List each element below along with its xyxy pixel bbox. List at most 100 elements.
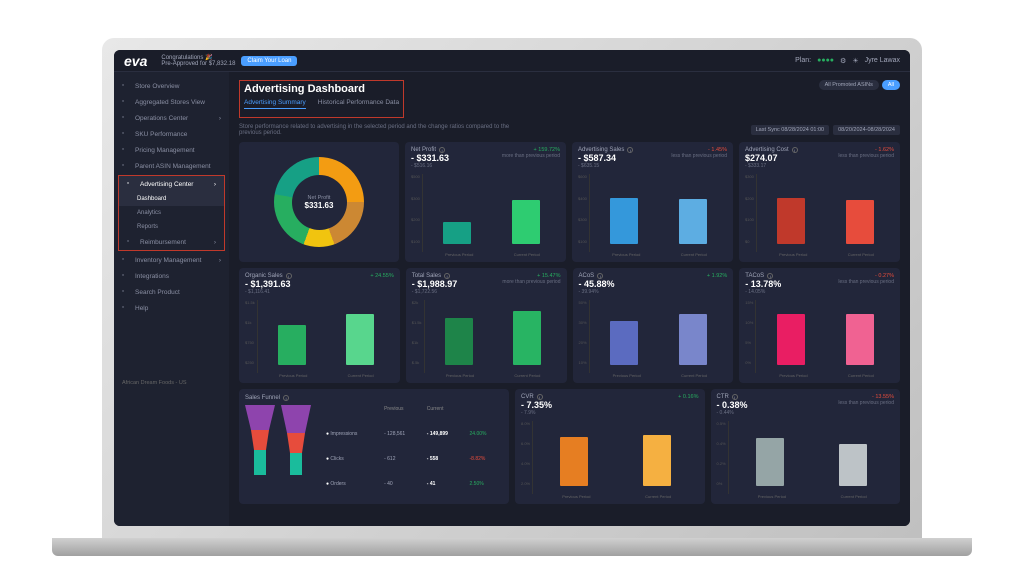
- nav-icon: ▫: [122, 114, 130, 122]
- ctr-card: CTR i- 0.38%- 0.44%- 13.55%less than pre…: [711, 389, 901, 504]
- sidebar-item-operations-center[interactable]: ▫Operations Center›: [114, 110, 229, 126]
- sidebar-item-pricing-management[interactable]: ▫Pricing Management: [114, 142, 229, 158]
- sidebar-item-reports[interactable]: Reports: [119, 220, 224, 234]
- topbar: eva Congratulations 🎉 Pre-Approved for $…: [114, 50, 910, 72]
- bar-previous: [610, 198, 638, 244]
- bar-previous: [777, 314, 805, 365]
- sidebar-item-inventory-management[interactable]: ▫Inventory Management›: [114, 252, 229, 268]
- bar-previous: [445, 318, 473, 365]
- main-content: Advertising Dashboard Advertising Summar…: [229, 72, 910, 526]
- sidebar-item-advertising-center[interactable]: ▫Advertising Center›: [119, 176, 224, 192]
- advertising-sales-card: Advertising Sales i- $587.34- $635.15- 1…: [572, 142, 733, 262]
- user-name[interactable]: Jyre Lawax: [865, 57, 900, 64]
- metric-change: + 0.16%: [678, 394, 698, 400]
- bar-current: [513, 311, 541, 365]
- nav-icon: ▫: [122, 288, 130, 296]
- chevron-right-icon: ›: [214, 239, 216, 246]
- donut-value: $331.63: [305, 201, 334, 210]
- metric-value: - $331.63: [411, 153, 449, 163]
- metric-value: - 7.35%: [521, 400, 552, 410]
- nav-icon: ▫: [122, 98, 130, 106]
- cvr-card: CVR i- 7.35%- 7.9%+ 0.16%8.0%6.0%4.0%2.0…: [515, 389, 705, 504]
- organic-sales-card: Organic Sales i- $1,391.63- $1,116.41+ 2…: [239, 268, 400, 383]
- tab-advertising-summary[interactable]: Advertising Summary: [244, 99, 306, 109]
- donut-chart: Net Profit $331.63: [274, 157, 364, 247]
- sidebar-item-integrations[interactable]: ▫Integrations: [114, 268, 229, 284]
- plan-indicator-icon: ●●●●: [817, 57, 834, 64]
- bar-previous: [756, 438, 784, 486]
- metric-value: - $587.34: [578, 153, 633, 163]
- sidebar-item-dashboard[interactable]: Dashboard: [119, 192, 224, 206]
- funnel-table: PreviousCurrent● Impressions- 128,561- 1…: [321, 395, 503, 498]
- chevron-right-icon: ›: [214, 181, 216, 188]
- metric-value: - 0.38%: [717, 400, 748, 410]
- metric-value: $274.07: [745, 153, 798, 163]
- total-sales-card: Total Sales i- $1,988.97- $1,722.56+ 15.…: [406, 268, 567, 383]
- sidebar-item-analytics[interactable]: Analytics: [119, 206, 224, 220]
- tab-historical-performance-data[interactable]: Historical Performance Data: [318, 99, 399, 109]
- sidebar-item-reimbursement[interactable]: ▫Reimbursement›: [119, 234, 224, 250]
- sidebar-item-parent-asin-management[interactable]: ▫Parent ASIN Management: [114, 158, 229, 174]
- bar-previous: [610, 321, 638, 365]
- plan-label: Plan:: [795, 57, 811, 64]
- funnel-row: ● Orders- 40- 412.50%: [323, 473, 501, 496]
- nav-icon: ▫: [127, 180, 135, 188]
- advertising-cost-card: Advertising Cost i$274.07- $333.17- 1.62…: [739, 142, 900, 262]
- chevron-right-icon: ›: [219, 115, 221, 122]
- bar-current: [846, 314, 874, 365]
- sidebar-item-search-product[interactable]: ▫Search Product: [114, 284, 229, 300]
- sidebar-item-sku-performance[interactable]: ▫SKU Performance: [114, 126, 229, 142]
- nav-icon: ▫: [127, 238, 135, 246]
- bar-current: [643, 435, 671, 486]
- info-icon[interactable]: i: [283, 395, 289, 401]
- asin-pill[interactable]: All Promoted ASINs: [819, 80, 879, 90]
- nav-icon: ▫: [122, 272, 130, 280]
- metric-value: - 13.78%: [745, 279, 781, 289]
- nav-icon: ▫: [122, 304, 130, 312]
- metric-value: - $1,988.97: [412, 279, 458, 289]
- bar-current: [839, 444, 867, 486]
- metric-value: - $1,391.63: [245, 279, 292, 289]
- page-description: Store performance related to advertising…: [239, 124, 519, 136]
- sidebar-item-help[interactable]: ▫Help: [114, 300, 229, 316]
- sun-icon[interactable]: ☀: [852, 57, 858, 65]
- last-sync: Last Sync 08/28/2024 01:00: [751, 125, 830, 135]
- net-profit-donut-card: Net Profit $331.63: [239, 142, 399, 262]
- sidebar: ▫Store Overview▫Aggregated Stores View▫O…: [114, 72, 229, 526]
- nav-icon: ▫: [122, 146, 130, 154]
- bar-previous: [777, 198, 805, 244]
- sidebar-item-store-overview[interactable]: ▫Store Overview: [114, 78, 229, 94]
- bar-current: [346, 314, 374, 365]
- funnel-current: [281, 405, 311, 475]
- funnel-row: ● Clicks- 612- 558-8.82%: [323, 448, 501, 471]
- nav-icon: ▫: [122, 162, 130, 170]
- claim-loan-button[interactable]: Claim Your Loan: [241, 56, 297, 66]
- sidebar-item-aggregated-stores-view[interactable]: ▫Aggregated Stores View: [114, 94, 229, 110]
- store-selector[interactable]: African Dream Foods - US: [114, 376, 229, 390]
- bar-current: [679, 199, 707, 244]
- preapproved-text: Pre-Approved for $7,832.18: [161, 61, 235, 67]
- metric-value: - 45.88%: [579, 279, 615, 289]
- metric-change: + 24.55%: [370, 273, 393, 279]
- page-title: Advertising Dashboard: [244, 83, 399, 95]
- bar-current: [512, 200, 540, 244]
- asin-pill[interactable]: All: [882, 80, 900, 90]
- gear-icon[interactable]: ⚙: [840, 57, 846, 65]
- funnel-previous: [245, 405, 275, 475]
- acos-card: ACoS i- 45.88%- 39.94%+ 1.92%50%30%20%10…: [573, 268, 734, 383]
- funnel-title: Sales Funnel: [245, 395, 280, 401]
- chevron-right-icon: ›: [219, 257, 221, 264]
- bar-previous: [443, 222, 471, 244]
- funnel-row: ● Impressions- 128,561- 149,89924.00%: [323, 422, 501, 445]
- info-icon[interactable]: i: [792, 147, 798, 153]
- congrats-text: Congratulations 🎉: [161, 54, 235, 61]
- nav-icon: ▫: [122, 82, 130, 90]
- bar-current: [679, 314, 707, 365]
- metric-change: + 1.92%: [707, 273, 727, 279]
- nav-icon: ▫: [122, 256, 130, 264]
- bar-previous: [560, 437, 588, 487]
- date-range-picker[interactable]: 08/20/2024-08/28/2024: [833, 125, 900, 135]
- sales-funnel-card: Sales Funneli PreviousCurrent● Impressio…: [239, 389, 509, 504]
- brand-logo: eva: [124, 53, 147, 69]
- tacos-card: TACoS i- 13.78%- 14.05%- 0.27%less than …: [739, 268, 900, 383]
